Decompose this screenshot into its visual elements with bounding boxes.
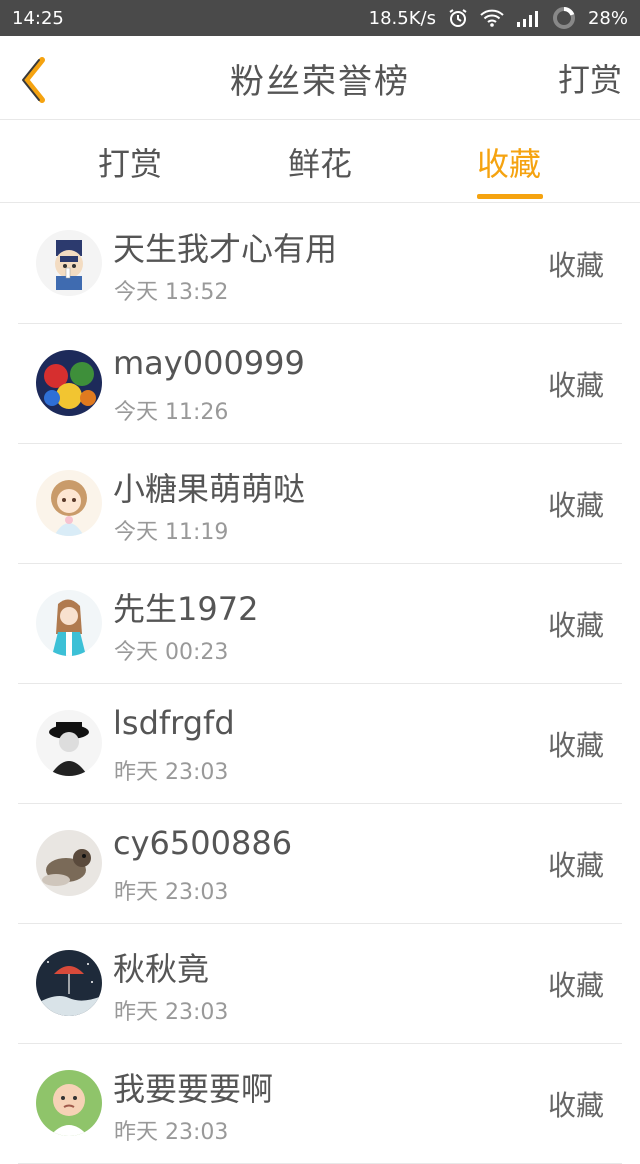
favorite-time: 昨天 23:03 (114, 1000, 229, 1025)
list-item[interactable]: cy6500886 昨天 23:03 收藏 (18, 804, 622, 924)
favorite-time: 昨天 23:03 (114, 880, 229, 905)
user-name: may000999 (113, 344, 305, 382)
status-right: 18.5K/s 28% (369, 6, 628, 30)
fan-list: 天生我才心有用 今天 13:52 收藏 may000999 今天 11:26 收… (0, 204, 640, 1164)
list-item[interactable]: 先生1972 今天 00:23 收藏 (18, 564, 622, 684)
tab-reward[interactable]: 打赏 (70, 121, 190, 203)
user-name: lsdfrgfd (113, 704, 235, 742)
tab-favorites-label: 收藏 (476, 145, 541, 183)
favorite-label: 收藏 (547, 849, 604, 882)
list-item[interactable]: 我要要要啊 昨天 23:03 收藏 (18, 1044, 622, 1164)
avatar[interactable] (36, 470, 102, 536)
avatar[interactable] (36, 230, 102, 296)
favorite-label: 收藏 (547, 969, 604, 1002)
status-time: 14:25 (12, 7, 64, 29)
avatar[interactable] (36, 1070, 102, 1136)
list-item[interactable]: 天生我才心有用 今天 13:52 收藏 (18, 204, 622, 324)
list-item[interactable]: lsdfrgfd 昨天 23:03 收藏 (18, 684, 622, 804)
battery-icon (552, 6, 576, 30)
battery-level: 28% (587, 7, 628, 29)
favorite-label: 收藏 (547, 249, 604, 282)
user-name: cy6500886 (113, 824, 293, 862)
list-item[interactable]: 小糖果萌萌哒 今天 11:19 收藏 (18, 444, 622, 564)
user-name: 先生1972 (113, 590, 259, 628)
alarm-icon (448, 8, 468, 28)
list-item[interactable]: may000999 今天 11:26 收藏 (18, 324, 622, 444)
user-name: 秋秋竟 (113, 950, 210, 988)
status-bar: 14:25 18.5K/s 28% (0, 0, 640, 36)
user-name: 小糖果萌萌哒 (113, 470, 306, 508)
favorite-time: 今天 00:23 (114, 640, 229, 665)
favorite-label: 收藏 (547, 729, 604, 762)
favorite-time: 昨天 23:03 (114, 760, 229, 785)
favorite-label: 收藏 (547, 609, 604, 642)
favorite-time: 今天 11:19 (114, 520, 229, 545)
tab-bar: 打赏 鲜花 收藏 (0, 121, 640, 203)
favorite-label: 收藏 (547, 1089, 604, 1122)
favorite-label: 收藏 (547, 369, 604, 402)
reward-button[interactable]: 打赏 (558, 36, 622, 120)
wifi-icon (480, 9, 504, 27)
avatar[interactable] (36, 590, 102, 656)
favorite-label: 收藏 (547, 489, 604, 522)
active-tab-indicator (477, 194, 543, 199)
avatar[interactable] (36, 950, 102, 1016)
favorite-time: 今天 13:52 (114, 280, 229, 305)
page-title: 粉丝荣誉榜 (230, 61, 410, 102)
tab-favorites[interactable]: 收藏 (449, 121, 569, 203)
user-name: 我要要要啊 (113, 1070, 274, 1108)
tab-flowers[interactable]: 鲜花 (260, 121, 380, 203)
user-name: 天生我才心有用 (113, 230, 338, 268)
avatar[interactable] (36, 710, 102, 776)
favorite-time: 昨天 23:03 (114, 1120, 229, 1145)
avatar[interactable] (36, 830, 102, 896)
title-bar: 粉丝荣誉榜 打赏 (0, 36, 640, 120)
favorite-time: 今天 11:26 (114, 400, 229, 425)
list-item[interactable]: 秋秋竟 昨天 23:03 收藏 (18, 924, 622, 1044)
avatar[interactable] (36, 350, 102, 416)
network-speed: 18.5K/s (368, 7, 436, 29)
signal-icon (516, 9, 540, 27)
